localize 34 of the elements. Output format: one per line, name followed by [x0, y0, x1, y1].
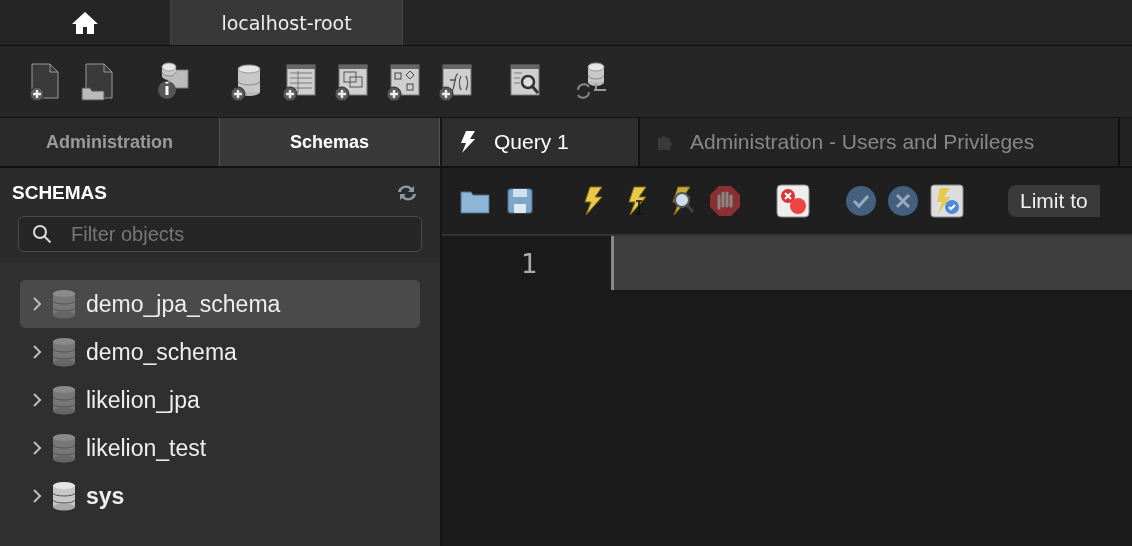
chevron-icon[interactable] [32, 488, 42, 504]
home-icon [70, 9, 100, 36]
refresh-icon[interactable] [396, 184, 418, 202]
schema-name: demo_jpa_schema [86, 290, 281, 318]
database-icon [52, 385, 76, 415]
schema-name: demo_schema [86, 338, 237, 366]
database-icon [52, 289, 76, 319]
stop-error-icon[interactable] [776, 184, 810, 218]
database-icon [52, 481, 76, 511]
schema-name: likelion_jpa [86, 386, 200, 414]
limit-button[interactable]: Limit to [1008, 185, 1100, 217]
stop-hand-icon[interactable] [708, 184, 742, 218]
schema-name: likelion_test [86, 434, 207, 462]
filter-field[interactable]: Filter objects [18, 216, 422, 252]
chevron-icon[interactable] [32, 296, 42, 312]
schema-item[interactable]: sys [20, 472, 420, 520]
chevron-icon[interactable] [32, 344, 42, 360]
connection-tab[interactable]: localhost-root [171, 0, 403, 45]
schema-item[interactable]: demo_schema [20, 328, 420, 376]
panel-title: SCHEMAS [12, 182, 107, 204]
editor-tab[interactable]: Query 1 [442, 118, 640, 166]
lightning-check-icon[interactable] [930, 184, 964, 218]
chevron-icon[interactable] [32, 440, 42, 456]
schema-name: sys [86, 482, 125, 510]
lightning-icon [458, 130, 478, 154]
cross-icon[interactable] [886, 184, 920, 218]
check-icon[interactable] [844, 184, 878, 218]
schema-item[interactable]: likelion_jpa [20, 376, 420, 424]
sidebar-tab[interactable]: Schemas [220, 118, 440, 166]
database-icon [52, 337, 76, 367]
schema-item[interactable]: demo_jpa_schema [20, 280, 420, 328]
database-icon [52, 433, 76, 463]
schema-item[interactable]: likelion_test [20, 424, 420, 472]
chevron-icon[interactable] [32, 392, 42, 408]
